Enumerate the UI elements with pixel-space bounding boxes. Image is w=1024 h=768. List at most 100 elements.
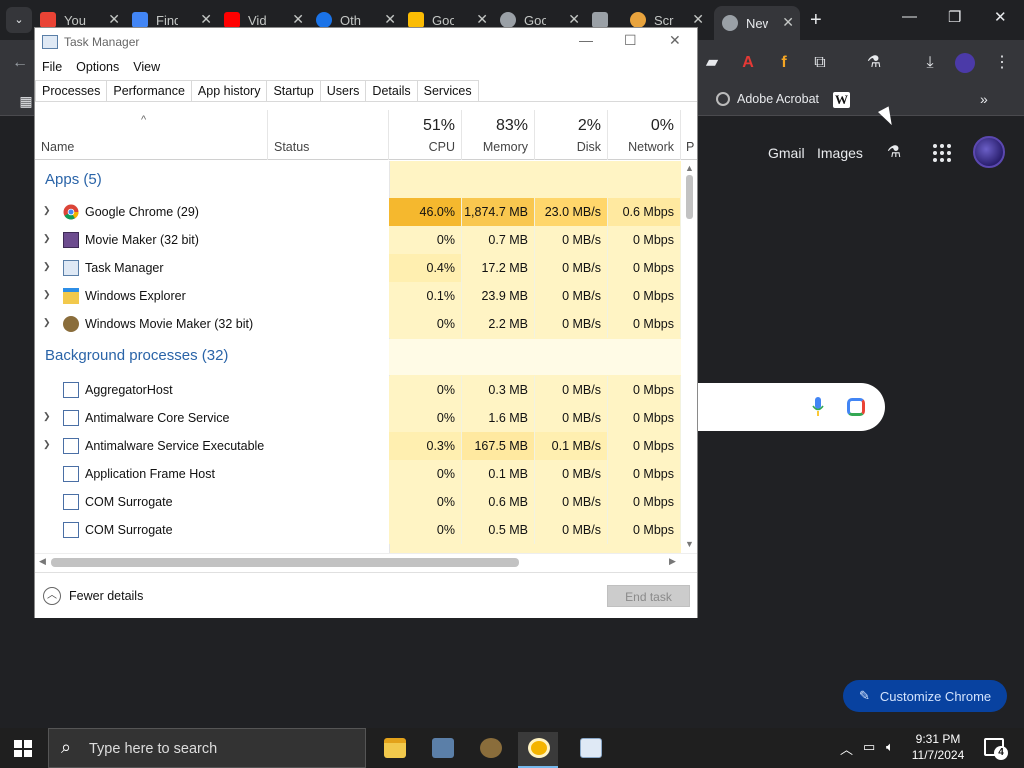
expand-chevron-icon[interactable]: ❯ [43,205,51,216]
close-icon[interactable]: ✕ [292,11,304,28]
expand-chevron-icon[interactable]: ❯ [43,261,51,272]
horizontal-scroll-thumb[interactable] [51,558,519,567]
tab-users[interactable]: Users [319,80,367,101]
network-icon[interactable]: ▭ [863,739,875,755]
minimize-icon[interactable]: — [579,32,593,48]
close-icon[interactable]: ✕ [200,11,212,28]
column-cpu[interactable]: 51% CPU [389,110,462,160]
close-icon[interactable]: ✕ [108,11,120,28]
window-process-icon [63,410,79,426]
menu-view[interactable]: View [126,57,167,77]
download-icon[interactable]: ⤓ [920,53,940,73]
tab-startup[interactable]: Startup [266,80,321,101]
tab-processes[interactable]: Processes [35,80,108,101]
apps-grid-icon[interactable]: ▦ [16,91,36,111]
close-icon[interactable]: ✕ [692,11,704,28]
restore-icon[interactable]: ❐ [948,8,961,26]
taskbar-task-manager[interactable] [570,732,610,768]
close-icon[interactable]: ✕ [669,32,681,49]
table-row[interactable]: ❯ Google Chrome (29) 46.0% 1,874.7 MB 23… [35,198,681,226]
expand-chevron-icon[interactable]: ❯ [43,439,51,450]
table-row[interactable]: Application Frame Host 0% 0.1 MB 0 MB/s … [35,460,681,488]
menu-options[interactable]: Options [69,57,126,77]
tab-label: Goo [524,12,546,28]
gmail-link[interactable]: Gmail [768,145,805,161]
fewer-details-button[interactable]: ︿ Fewer details [43,587,143,605]
table-row[interactable]: ❯ Antimalware Service Executable 0.3% 16… [35,432,681,460]
volume-icon[interactable]: 🔈︎ [886,739,894,755]
column-power-partial[interactable]: P [681,110,697,160]
customize-chrome-button[interactable]: ✎ Customize Chrome [843,680,1007,712]
menu-file[interactable]: File [35,57,69,77]
maximize-icon[interactable]: ☐ [624,32,637,49]
end-task-button[interactable]: End task [607,585,690,607]
new-tab-plus-icon[interactable]: + [810,9,822,32]
scroll-right-arrow-icon[interactable]: ▶ [669,556,676,567]
google-apps-icon[interactable] [933,144,951,162]
notification-center-icon[interactable]: 4 [984,738,1008,760]
extension-f-icon[interactable]: f [774,53,794,73]
table-row[interactable]: COM Surrogate 0% 0.6 MB 0 MB/s 0 Mbps [35,488,681,516]
column-status[interactable]: Status [268,110,389,160]
table-row[interactable]: ❯ Windows Explorer 0.1% 23.9 MB 0 MB/s 0… [35,282,681,310]
kebab-menu-icon[interactable]: ⋮ [992,53,1012,73]
more-bookmarks-chevron-icon[interactable]: » [980,91,988,107]
tab-search-chevron-icon[interactable]: ⌄ [6,7,32,33]
column-network[interactable]: 0% Network [608,110,681,160]
acrobat-extension-icon[interactable]: A [738,53,758,73]
microphone-icon[interactable] [812,397,824,417]
expand-chevron-icon[interactable]: ❯ [43,233,51,244]
taskbar-chrome[interactable] [518,732,558,768]
vertical-scrollbar[interactable]: ▲ ▼ [682,161,697,553]
title-bar[interactable]: Task Manager — ☐ ✕ [35,28,697,56]
minimize-icon[interactable]: — [902,8,917,25]
table-row[interactable]: ❯ Movie Maker (32 bit) 0% 0.7 MB 0 MB/s … [35,226,681,254]
profile-avatar-icon[interactable] [955,53,975,73]
column-memory[interactable]: 83% Memory [462,110,535,160]
bookmark-adobe-acrobat[interactable]: Adobe Acrobat [716,92,819,106]
memory-cell: 23.9 MB [462,282,535,310]
puzzle-extensions-icon[interactable]: ⧉ [810,53,830,73]
bookmark-wikipedia-icon[interactable]: W [833,92,850,108]
table-row[interactable]: ❯ Task Manager 0.4% 17.2 MB 0 MB/s 0 Mbp… [35,254,681,282]
expand-chevron-icon[interactable]: ❯ [43,289,51,300]
process-name: COM Surrogate [85,495,173,509]
taskbar-search-box[interactable]: ⌕ Type here to search [48,728,366,768]
expand-chevron-icon[interactable]: ❯ [43,317,51,328]
tab-details[interactable]: Details [365,80,418,101]
close-icon[interactable]: ✕ [476,11,488,28]
vertical-scroll-thumb[interactable] [686,175,693,219]
taskbar-movie-maker[interactable] [422,732,462,768]
table-row[interactable]: COM Surrogate 0% 0.5 MB 0 MB/s 0 Mbps [35,516,681,544]
account-avatar[interactable] [973,136,1005,168]
images-link[interactable]: Images [817,145,863,161]
taskbar-file-explorer[interactable] [374,732,414,768]
table-row[interactable]: ❯ Antimalware Core Service 0% 1.6 MB 0 M… [35,404,681,432]
column-disk[interactable]: 2% Disk [535,110,608,160]
printer-extension-icon[interactable]: ▰ [702,53,722,73]
tab-app-history[interactable]: App history [190,80,268,101]
system-clock[interactable]: 9:31 PM 11/7/2024 [908,731,968,763]
scroll-up-arrow-icon[interactable]: ▲ [685,163,694,173]
google-lens-icon[interactable] [847,398,865,416]
scroll-down-arrow-icon[interactable]: ▼ [685,539,694,549]
close-window-icon[interactable]: ✕ [994,8,1007,26]
table-row[interactable]: AggregatorHost 0% 0.3 MB 0 MB/s 0 Mbps [35,376,681,404]
tray-chevron-up-icon[interactable]: ︿ [840,739,853,758]
scroll-left-arrow-icon[interactable]: ◀ [39,556,46,567]
horizontal-scrollbar[interactable]: ◀ ▶ [35,553,697,569]
expand-chevron-icon[interactable]: ❯ [43,411,51,422]
back-arrow-icon[interactable]: ← [10,53,30,73]
taskbar-windows-movie-maker[interactable] [470,732,510,768]
column-name[interactable]: ^ Name [35,110,268,160]
close-icon[interactable]: ✕ [782,14,794,31]
table-row[interactable]: ❯ Windows Movie Maker (32 bit) 0% 2.2 MB… [35,310,681,338]
labs-flask-icon[interactable]: ⚗ [864,53,884,73]
close-icon[interactable]: ✕ [384,11,396,28]
labs-flask-icon[interactable]: ⚗ [884,143,904,163]
chrome-tab-active[interactable]: New ✕ [714,6,800,40]
tab-services[interactable]: Services [416,80,479,101]
windows-start-icon[interactable] [14,740,32,757]
tab-performance[interactable]: Performance [106,80,192,101]
close-icon[interactable]: ✕ [568,11,580,28]
